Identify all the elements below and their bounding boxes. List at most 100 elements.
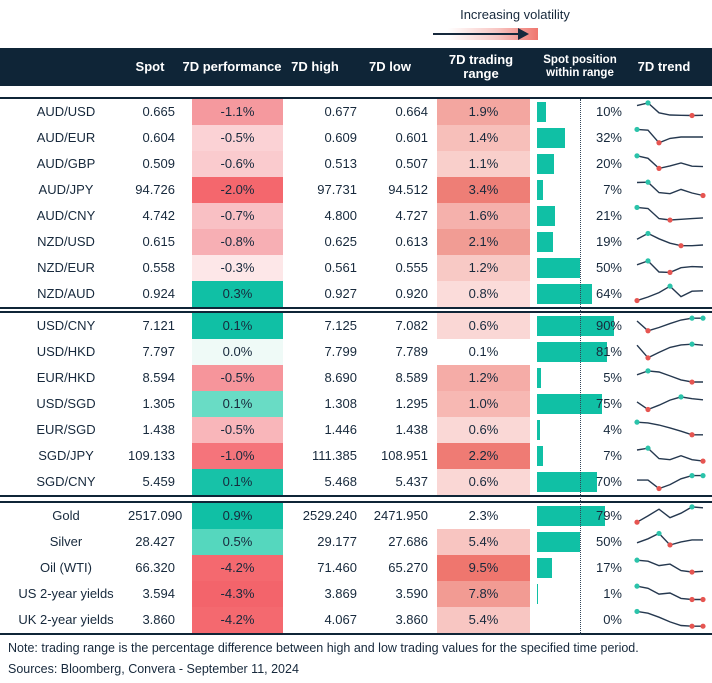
header-7d-low: 7D low bbox=[369, 59, 411, 74]
sources-line: Sources: Bloomberg, Convera - September … bbox=[8, 662, 299, 676]
position-label: 79% bbox=[595, 508, 622, 523]
range-cell: 2.1% bbox=[437, 229, 530, 255]
trend-sparkline bbox=[634, 281, 706, 307]
range-cell: 5.4% bbox=[437, 607, 530, 633]
spot-value: 8.594 bbox=[142, 370, 175, 385]
high-value: 29.177 bbox=[317, 534, 357, 549]
pair-label: EUR/HKD bbox=[36, 370, 96, 385]
spot-value: 28.427 bbox=[135, 534, 175, 549]
low-value: 1.295 bbox=[395, 396, 428, 411]
header-7d-trading-range: 7D trading range bbox=[448, 52, 514, 81]
header-7d-high: 7D high bbox=[291, 59, 339, 74]
footnote: Note: trading range is the percentage di… bbox=[8, 641, 639, 655]
trend-sparkline bbox=[634, 177, 706, 203]
pair-label: USD/CNY bbox=[36, 318, 96, 333]
position-cell: 5% bbox=[537, 365, 622, 391]
low-value: 0.613 bbox=[395, 234, 428, 249]
perf-cell: -0.5% bbox=[192, 417, 283, 443]
range-cell: 0.8% bbox=[437, 281, 530, 307]
pair-label: Silver bbox=[49, 534, 83, 549]
position-label: 32% bbox=[595, 130, 622, 145]
header-spot-position: Spot position within range bbox=[543, 54, 617, 79]
perf-cell: -4.2% bbox=[192, 555, 283, 581]
pair-label: UK 2-year yields bbox=[18, 612, 114, 627]
range-cell: 0.6% bbox=[437, 469, 530, 495]
volatility-arrow-line bbox=[433, 33, 521, 35]
pair-label: US 2-year yields bbox=[18, 586, 114, 601]
range-cell: 1.2% bbox=[437, 255, 530, 281]
spot-value: 7.121 bbox=[142, 318, 175, 333]
pair-label: AUD/JPY bbox=[38, 182, 94, 197]
position-label: 50% bbox=[595, 534, 622, 549]
pair-label: Gold bbox=[52, 508, 80, 523]
low-value: 5.437 bbox=[395, 474, 428, 489]
fx-volatility-table: Increasing volatility Spot 7D performanc… bbox=[0, 0, 712, 683]
perf-cell: -0.5% bbox=[192, 125, 283, 151]
table-row: NZD/AUD 0.924 0.3% 0.927 0.920 0.8% 64% bbox=[0, 281, 712, 307]
high-value: 0.561 bbox=[324, 260, 357, 275]
low-value: 2471.950 bbox=[373, 508, 428, 523]
spot-value: 2517.090 bbox=[128, 508, 183, 523]
position-label: 19% bbox=[595, 234, 622, 249]
high-value: 111.385 bbox=[311, 448, 357, 463]
table-row: Gold 2517.090 0.9% 2529.240 2471.950 2.3% 79% bbox=[0, 503, 712, 529]
perf-cell: 0.1% bbox=[192, 391, 283, 417]
position-label: 50% bbox=[595, 260, 622, 275]
table-row: AUD/EUR 0.604 -0.5% 0.609 0.601 1.4% 32% bbox=[0, 125, 712, 151]
table-row: SGD/JPY 109.133 -1.0% 111.385 108.951 2.2% 7% bbox=[0, 443, 712, 469]
low-value: 27.686 bbox=[388, 534, 428, 549]
spot-value: 7.797 bbox=[142, 344, 175, 359]
position-cell: 0% bbox=[537, 607, 622, 633]
perf-cell: 0.3% bbox=[192, 281, 283, 307]
range-cell: 1.9% bbox=[437, 99, 530, 125]
header-spot: Spot bbox=[135, 59, 165, 74]
pair-label: EUR/SGD bbox=[36, 422, 96, 437]
group-commodities-yields: Gold 2517.090 0.9% 2529.240 2471.950 2.3% 79% S… bbox=[0, 501, 712, 635]
spot-value: 5.459 bbox=[142, 474, 175, 489]
spot-value: 1.305 bbox=[142, 396, 175, 411]
high-value: 0.609 bbox=[324, 130, 357, 145]
trend-sparkline bbox=[634, 229, 706, 255]
pair-label: NZD/AUD bbox=[37, 286, 95, 301]
position-cell: 10% bbox=[537, 99, 622, 125]
low-value: 0.664 bbox=[395, 104, 428, 119]
trend-sparkline bbox=[634, 581, 706, 607]
pair-label: USD/HKD bbox=[36, 344, 96, 359]
low-value: 94.512 bbox=[388, 182, 428, 197]
pair-label: Oil (WTI) bbox=[40, 560, 92, 575]
high-value: 8.690 bbox=[324, 370, 357, 385]
high-value: 0.927 bbox=[324, 286, 357, 301]
position-label: 4% bbox=[603, 422, 622, 437]
high-value: 7.125 bbox=[324, 318, 357, 333]
spot-value: 1.438 bbox=[142, 422, 175, 437]
position-cell: 64% bbox=[537, 281, 622, 307]
table-row: EUR/HKD 8.594 -0.5% 8.690 8.589 1.2% 5% bbox=[0, 365, 712, 391]
trend-sparkline bbox=[634, 313, 706, 339]
perf-cell: -1.0% bbox=[192, 443, 283, 469]
position-cell: 19% bbox=[537, 229, 622, 255]
position-cell: 81% bbox=[537, 339, 622, 365]
low-value: 108.951 bbox=[381, 448, 428, 463]
perf-cell: 0.5% bbox=[192, 529, 283, 555]
pair-label: NZD/USD bbox=[37, 234, 95, 249]
low-value: 0.507 bbox=[395, 156, 428, 171]
table-row: USD/HKD 7.797 0.0% 7.799 7.789 0.1% 81% bbox=[0, 339, 712, 365]
position-label: 21% bbox=[595, 208, 622, 223]
header-7d-performance: 7D performance bbox=[182, 59, 282, 74]
table-row: US 2-year yields 3.594 -4.3% 3.869 3.590 7.8%… bbox=[0, 581, 712, 607]
range-cell: 2.3% bbox=[437, 503, 530, 529]
perf-cell: -4.3% bbox=[192, 581, 283, 607]
high-value: 5.468 bbox=[324, 474, 357, 489]
perf-cell: 0.1% bbox=[192, 469, 283, 495]
spot-value: 3.860 bbox=[142, 612, 175, 627]
position-label: 5% bbox=[603, 370, 622, 385]
table-row: EUR/SGD 1.438 -0.5% 1.446 1.438 0.6% 4% bbox=[0, 417, 712, 443]
range-cell: 1.2% bbox=[437, 365, 530, 391]
pair-label: SGD/CNY bbox=[36, 474, 96, 489]
spot-value: 66.320 bbox=[135, 560, 175, 575]
trend-sparkline bbox=[634, 443, 706, 469]
trend-sparkline bbox=[634, 391, 706, 417]
pair-label: SGD/JPY bbox=[38, 448, 94, 463]
position-cell: 90% bbox=[537, 313, 622, 339]
position-label: 20% bbox=[595, 156, 622, 171]
